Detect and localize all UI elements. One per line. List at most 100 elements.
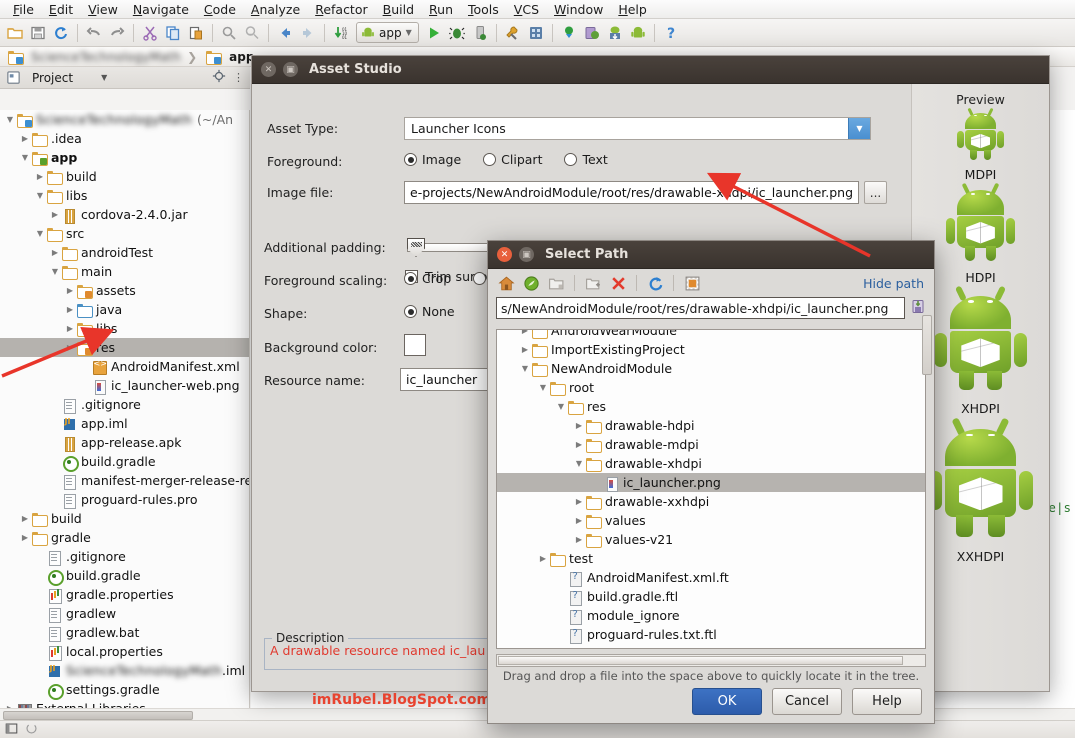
- select-path-tree-row[interactable]: ▶build.gradle.ftl: [497, 587, 925, 606]
- desktop-icon[interactable]: [521, 273, 541, 293]
- scaling-option-crop[interactable]: Crop: [404, 271, 451, 286]
- toggle-toolwindows-icon[interactable]: [5, 722, 18, 738]
- collapse-arrow-icon[interactable]: ▶: [19, 514, 31, 523]
- scrollbar-thumb[interactable]: [3, 711, 193, 720]
- shape-option-none[interactable]: None: [404, 304, 455, 319]
- tree-row[interactable]: ▶java: [0, 300, 249, 319]
- hide-path-link[interactable]: Hide path: [863, 276, 924, 291]
- collapse-arrow-icon[interactable]: ▶: [573, 497, 585, 506]
- expand-arrow-icon[interactable]: ▼: [555, 402, 567, 411]
- select-path-tree-row[interactable]: ▶values-v21: [497, 530, 925, 549]
- run-configuration-selector[interactable]: app ▼: [356, 22, 419, 43]
- tree-row[interactable]: ▶gradlew.bat: [0, 623, 249, 642]
- menu-item-edit[interactable]: Edit: [42, 1, 80, 18]
- collapse-arrow-icon[interactable]: ▶: [64, 343, 76, 352]
- delete-icon[interactable]: [608, 273, 628, 293]
- select-path-tree-row[interactable]: ▶drawable-hdpi: [497, 416, 925, 435]
- maximize-icon[interactable]: ▣: [519, 247, 534, 262]
- select-path-tree-row[interactable]: ▶drawable-mdpi: [497, 435, 925, 454]
- select-path-tree-row[interactable]: ▶proguard-rules.txt.ftl: [497, 625, 925, 644]
- select-path-tree[interactable]: ▶AndroidWearModule▶ImportExistingProject…: [496, 329, 926, 649]
- menu-item-code[interactable]: Code: [197, 1, 243, 18]
- expand-arrow-icon[interactable]: ▼: [4, 115, 16, 124]
- collapse-arrow-icon[interactable]: ▶: [573, 440, 585, 449]
- tree-row[interactable]: ▶build.gradle: [0, 566, 249, 585]
- asset-type-combo[interactable]: Launcher Icons ▼: [404, 117, 871, 140]
- foreground-option-image[interactable]: Image: [404, 152, 461, 167]
- menu-item-tools[interactable]: Tools: [461, 1, 506, 18]
- sdk-download-icon[interactable]: [604, 22, 626, 44]
- collapse-arrow-icon[interactable]: ▶: [537, 554, 549, 563]
- background-tasks-icon[interactable]: [25, 722, 38, 738]
- menu-item-refactor[interactable]: Refactor: [308, 1, 374, 18]
- foreground-option-clipart[interactable]: Clipart: [483, 152, 542, 167]
- select-path-tree-row[interactable]: ▶AndroidManifest.xml.ft: [497, 568, 925, 587]
- close-icon[interactable]: ✕: [261, 62, 276, 77]
- select-path-horizontal-scrollbar[interactable]: [496, 654, 926, 667]
- expand-arrow-icon[interactable]: ▼: [19, 153, 31, 162]
- menu-item-analyze[interactable]: Analyze: [244, 1, 307, 18]
- expand-arrow-icon[interactable]: ▼: [34, 229, 46, 238]
- paste-icon[interactable]: [185, 22, 207, 44]
- back-icon[interactable]: [274, 22, 296, 44]
- menu-item-file[interactable]: File: [6, 1, 41, 18]
- collapse-arrow-icon[interactable]: ▶: [64, 305, 76, 314]
- home-icon[interactable]: [496, 273, 516, 293]
- menu-item-vcs[interactable]: VCS: [507, 1, 546, 18]
- ok-button[interactable]: OK: [692, 688, 762, 715]
- tree-row[interactable]: ▶app-release.apk: [0, 433, 249, 452]
- tree-row[interactable]: ▶ScienceTechnologyMath.iml: [0, 661, 249, 680]
- select-path-tree-row[interactable]: ▶values: [497, 511, 925, 530]
- browse-image-file-button[interactable]: ...: [864, 181, 887, 204]
- toggle-hidden-icon[interactable]: [682, 273, 702, 293]
- layout-inspector-icon[interactable]: [581, 22, 603, 44]
- select-path-tree-row[interactable]: ▶drawable-xxhdpi: [497, 492, 925, 511]
- gradle-sync-icon[interactable]: [558, 22, 580, 44]
- select-path-tree-row[interactable]: ▼NewAndroidModule: [497, 359, 925, 378]
- settings-icon[interactable]: ⋮: [233, 71, 244, 84]
- help-button[interactable]: Help: [852, 688, 922, 715]
- collapse-arrow-icon[interactable]: ▶: [573, 535, 585, 544]
- menu-item-run[interactable]: Run: [422, 1, 460, 18]
- select-path-tree-row[interactable]: ▶ImportExistingProject: [497, 340, 925, 359]
- tree-row[interactable]: ▶settings.gradle: [0, 680, 249, 699]
- expand-arrow-icon[interactable]: ▼: [34, 191, 46, 200]
- help-icon[interactable]: ?: [660, 22, 682, 44]
- tree-row[interactable]: ▶local.properties: [0, 642, 249, 661]
- tree-row[interactable]: ▶.gitignore: [0, 547, 249, 566]
- attach-debugger-icon[interactable]: [469, 22, 491, 44]
- collapse-arrow-icon[interactable]: ▶: [19, 134, 31, 143]
- expand-arrow-icon[interactable]: ▼: [519, 364, 531, 373]
- update-project-icon[interactable]: 011001: [330, 22, 352, 44]
- tree-row[interactable]: ▶.idea: [0, 129, 249, 148]
- collapse-arrow-icon[interactable]: ▶: [34, 172, 46, 181]
- find-icon[interactable]: [218, 22, 240, 44]
- forward-icon[interactable]: [297, 22, 319, 44]
- menu-item-window[interactable]: Window: [547, 1, 610, 18]
- expand-arrow-icon[interactable]: ▼: [49, 267, 61, 276]
- menu-item-view[interactable]: View: [81, 1, 125, 18]
- background-color-swatch[interactable]: [404, 334, 426, 356]
- menu-item-build[interactable]: Build: [376, 1, 421, 18]
- tree-row[interactable]: ▼app: [0, 148, 249, 167]
- copy-icon[interactable]: [162, 22, 184, 44]
- image-file-input[interactable]: e-projects/NewAndroidModule/root/res/dra…: [404, 181, 859, 204]
- show-hidden-folder-icon[interactable]: [583, 273, 603, 293]
- refresh-icon[interactable]: [645, 273, 665, 293]
- tree-row[interactable]: ▶androidTest: [0, 243, 249, 262]
- tree-row[interactable]: ▶app.iml: [0, 414, 249, 433]
- tree-row[interactable]: ▶assets: [0, 281, 249, 300]
- tree-row[interactable]: ▶AndroidManifest.xml: [0, 357, 249, 376]
- tree-row[interactable]: ▼main: [0, 262, 249, 281]
- tree-row[interactable]: ▼libs: [0, 186, 249, 205]
- chevron-down-icon[interactable]: ▼: [848, 118, 870, 139]
- tree-row[interactable]: ▼src: [0, 224, 249, 243]
- project-tree[interactable]: ▼ScienceTechnologyMath(~/An▶.idea▼app ▶bu…: [0, 110, 250, 708]
- path-input[interactable]: s/NewAndroidModule/root/res/drawable-xhd…: [496, 297, 905, 319]
- select-path-tree-scrollbar[interactable]: [922, 315, 932, 375]
- redo-icon[interactable]: [106, 22, 128, 44]
- tree-row[interactable]: ▶gradlew: [0, 604, 249, 623]
- tree-row[interactable]: ▶res: [0, 338, 249, 357]
- close-icon[interactable]: ✕: [497, 247, 512, 262]
- tree-row[interactable]: ▼ScienceTechnologyMath(~/An: [0, 110, 249, 129]
